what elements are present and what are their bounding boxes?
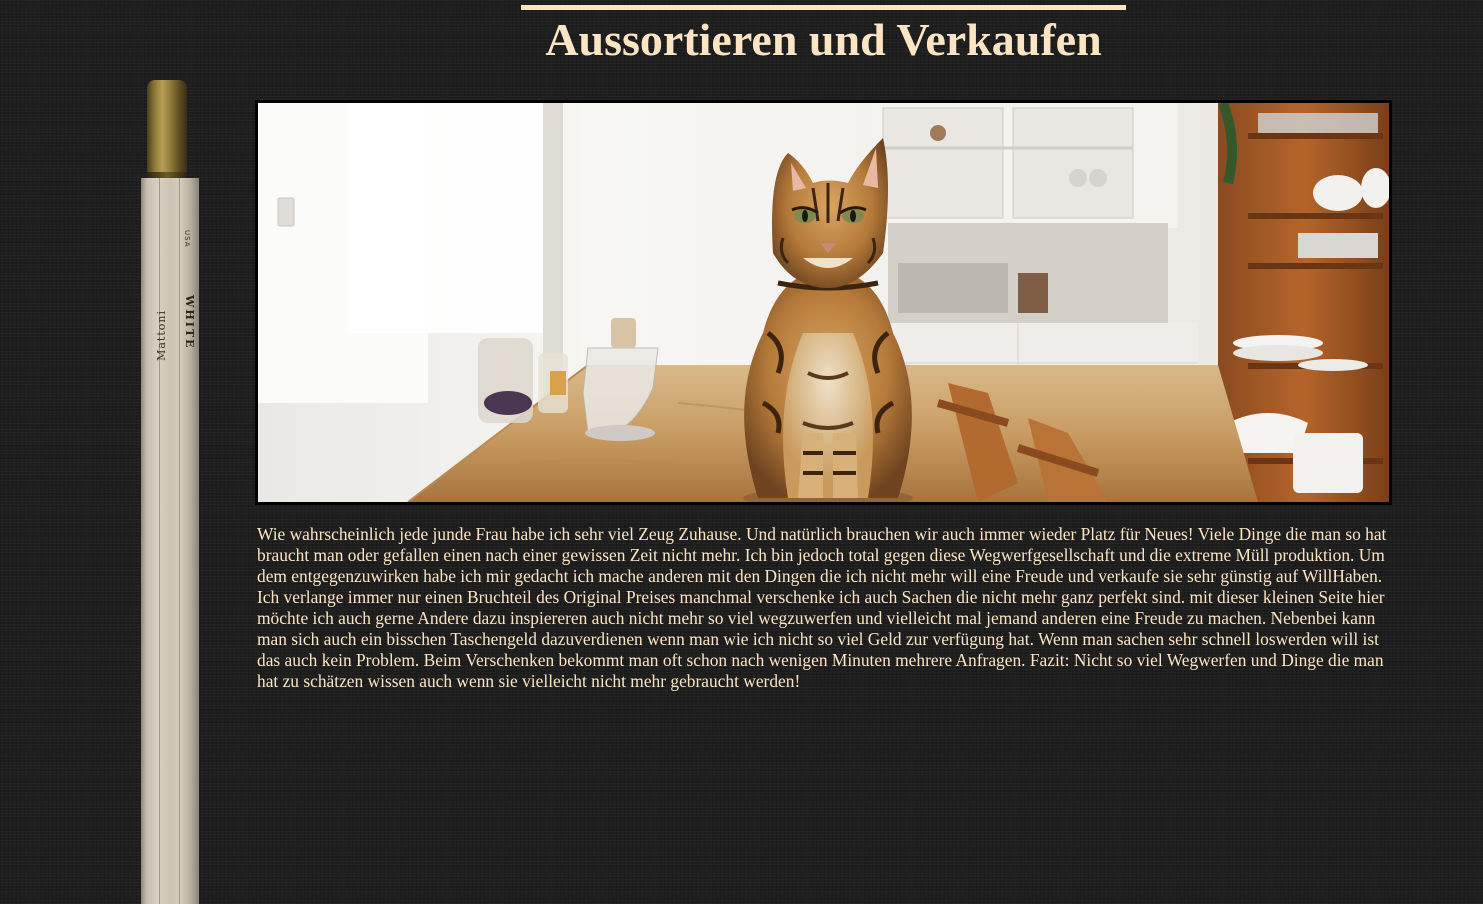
pencil-cap bbox=[147, 80, 187, 178]
pencil-color-text: WHITE bbox=[183, 295, 196, 350]
pencil-decoration: Mattoni USA WHITE bbox=[139, 80, 201, 904]
page-header: Aussortieren und Verkaufen bbox=[521, 5, 1126, 66]
hero-image bbox=[255, 100, 1392, 505]
title-rule bbox=[521, 5, 1126, 10]
article-text: Wie wahrscheinlich jede junde Frau habe … bbox=[257, 524, 1387, 691]
pencil-ridge bbox=[179, 178, 180, 904]
pencil-body bbox=[141, 178, 199, 904]
pencil-brand-text: Mattoni bbox=[155, 310, 168, 361]
pencil-country-text: USA bbox=[183, 230, 191, 248]
pencil-ridge bbox=[159, 178, 160, 904]
page-title: Aussortieren und Verkaufen bbox=[545, 14, 1102, 65]
cat-photo bbox=[258, 103, 1389, 502]
